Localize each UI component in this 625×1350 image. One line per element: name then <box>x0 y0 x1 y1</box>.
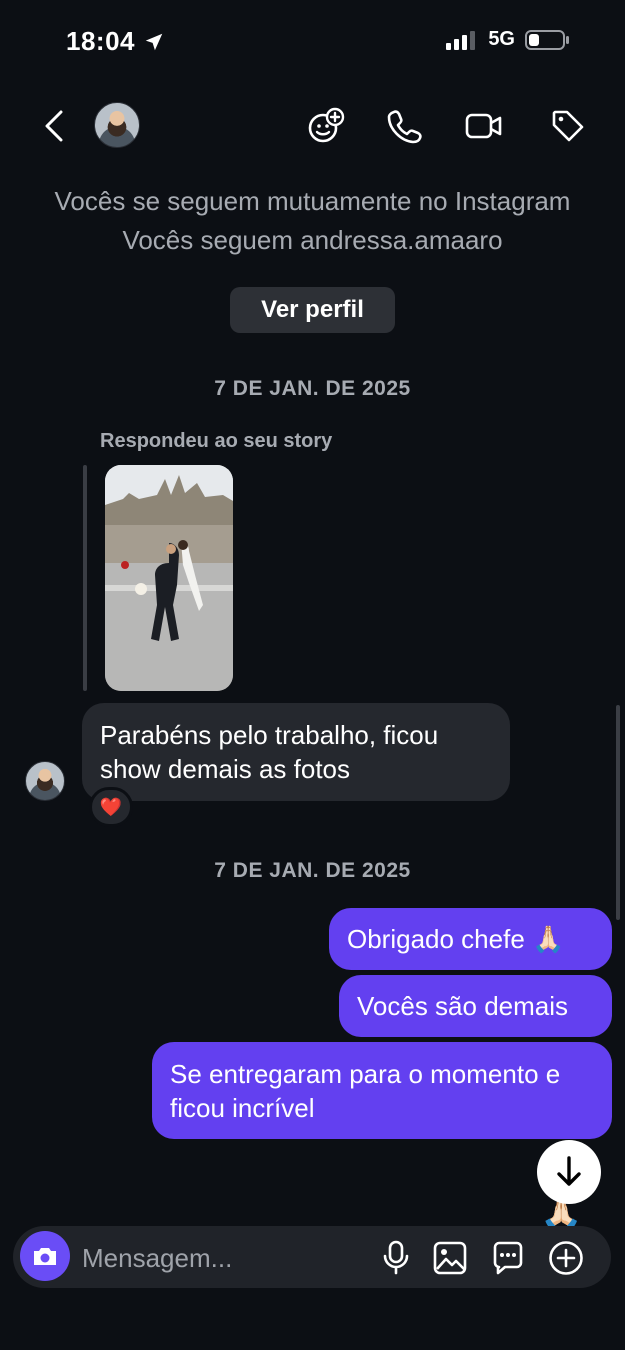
contact-avatar[interactable] <box>94 102 140 148</box>
status-time: 18:04 <box>66 26 165 57</box>
message-input[interactable] <box>82 1240 352 1276</box>
camera-button[interactable] <box>20 1231 70 1281</box>
outgoing-message[interactable]: Se entregaram para o momento e ficou inc… <box>152 1042 612 1139</box>
more-options-button[interactable] <box>544 1236 588 1280</box>
story-reply-label: Respondeu ao seu story <box>100 430 333 452</box>
story-thumbnail[interactable] <box>105 465 233 691</box>
tag-icon <box>552 110 584 142</box>
mutual-follow-text: Vocês se seguem mutuamente no Instagram <box>54 186 571 216</box>
video-icon <box>465 113 502 139</box>
signal-icon <box>446 30 476 50</box>
battery-icon <box>525 29 569 50</box>
microphone-icon <box>383 1240 409 1275</box>
camera-icon <box>34 1248 56 1265</box>
gallery-button[interactable] <box>428 1236 472 1280</box>
following-text: Vocês seguem andressa.amaaro <box>122 225 503 255</box>
date-separator: 7 DE JAN. DE 2025 <box>214 859 411 882</box>
time-label: 18:04 <box>66 26 135 56</box>
scroll-to-bottom-button[interactable] <box>537 1140 601 1204</box>
status-indicators: 5G <box>446 28 571 51</box>
chevron-left-icon <box>45 110 63 142</box>
label-button[interactable] <box>546 104 590 148</box>
scrollbar[interactable] <box>616 705 620 920</box>
video-call-button[interactable] <box>462 104 506 148</box>
effects-add-icon <box>308 107 345 143</box>
incoming-message[interactable]: Parabéns pelo trabalho, ficou show demai… <box>82 703 510 801</box>
phone-icon <box>387 110 422 144</box>
voice-message-button[interactable] <box>374 1236 418 1280</box>
sticker-chat-icon <box>493 1241 523 1275</box>
plus-icon <box>549 1241 583 1275</box>
outgoing-message[interactable]: Vocês são demais <box>339 975 612 1037</box>
outgoing-message[interactable]: Obrigado chefe 🙏🏻 <box>329 908 612 970</box>
message-reaction[interactable]: ❤️ <box>89 787 133 827</box>
sticker-button[interactable] <box>486 1236 530 1280</box>
date-separator: 7 DE JAN. DE 2025 <box>214 377 411 400</box>
effects-button[interactable] <box>304 104 348 148</box>
sender-avatar[interactable] <box>25 761 65 801</box>
call-button[interactable] <box>382 104 426 148</box>
reply-indicator-bar <box>83 465 87 691</box>
arrow-down-icon <box>557 1156 581 1186</box>
back-button[interactable] <box>32 104 76 148</box>
view-profile-button[interactable]: Ver perfil <box>230 287 395 333</box>
location-arrow-icon <box>145 33 163 50</box>
gallery-icon <box>433 1241 467 1275</box>
story-photo <box>105 465 233 691</box>
network-label: 5G <box>488 28 515 50</box>
